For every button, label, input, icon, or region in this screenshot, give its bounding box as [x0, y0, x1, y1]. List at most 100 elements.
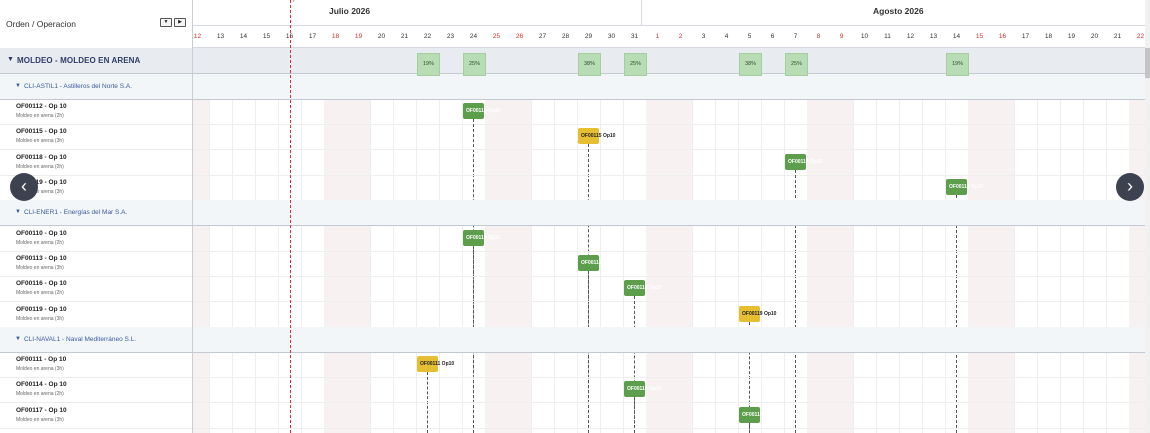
day-label: 24 — [469, 33, 478, 40]
header-divider — [193, 25, 1150, 26]
task-bar[interactable]: OF00118 Op10 — [785, 153, 822, 170]
operation-subtitle: Moldeo en arena (3h) — [16, 366, 64, 373]
client-timeline-row — [193, 326, 1150, 353]
operation-timeline-row — [193, 377, 1150, 404]
operation-title: OF00116 - Op 10 — [16, 280, 67, 288]
client-timeline-row — [193, 200, 1150, 227]
operation-row[interactable]: OF00113 - Op 10 Moldeo en arena (3h) — [0, 251, 192, 277]
task-bar-label: OF00111 Op10 — [420, 361, 455, 368]
dependency-line — [749, 422, 750, 433]
client-label: CLI-ENER1 - Energías del Mar S.A. — [24, 209, 128, 217]
vertical-scrollbar[interactable] — [1145, 0, 1150, 433]
chevron-left-icon: ‹ — [21, 176, 27, 196]
operation-subtitle: Moldeo en arena (2h) — [16, 239, 64, 246]
day-label: 14 — [239, 33, 248, 40]
day-label: 29 — [584, 33, 593, 40]
day-label: 30 — [607, 33, 616, 40]
capacity-load-cell: 19% — [946, 53, 969, 76]
group-row-moldeo[interactable]: ▼ MOLDEO - MOLDEO EN ARENA — [0, 48, 192, 74]
operation-subtitle: Moldeo en arena (2h) — [16, 290, 64, 297]
scrollbar-thumb[interactable] — [1145, 48, 1150, 78]
client-row[interactable]: ▼ CLI-ASTIL1 - Astilleros del Norte S.A. — [0, 73, 192, 100]
day-label: 8 — [816, 33, 821, 40]
operation-timeline-row — [193, 150, 1150, 176]
operation-row[interactable]: OF00118 - Op 10 Moldeo en arena (2h) — [0, 150, 192, 176]
scroll-right-button[interactable]: › — [1116, 173, 1144, 201]
task-bar[interactable]: OF00113 Op10 — [578, 254, 615, 271]
collapse-arrow-icon[interactable]: ▼ — [7, 56, 14, 63]
day-label: 25 — [492, 33, 501, 40]
operation-row[interactable]: OF00119 - Op 10 Moldeo en arena (3h) — [0, 302, 192, 328]
task-bar-label: OF00117 Op10 — [742, 411, 777, 418]
capacity-load-cell: 38% — [739, 53, 762, 76]
today-marker-line — [290, 0, 291, 433]
day-label: 12 — [906, 33, 915, 40]
column-title: Orden / Operacion — [6, 19, 76, 29]
task-bar[interactable]: OF00116 Op10 — [624, 280, 661, 297]
operation-row[interactable]: OF00114 - Op 10 Moldeo en arena (2h) — [0, 377, 192, 404]
operation-timeline-row — [193, 226, 1150, 252]
task-list-panel: Orden / Operacion ▼ ▶ ▼ MOLDEO - MOLDEO E… — [0, 0, 193, 433]
operation-row[interactable]: OF00111 - Op 10 Moldeo en arena (3h) — [0, 352, 192, 379]
task-bar[interactable]: OF00114 Op10 — [624, 381, 661, 398]
collapse-arrow-icon[interactable]: ▼ — [15, 336, 21, 342]
task-list-header: Orden / Operacion ▼ ▶ — [0, 0, 192, 49]
task-bar-label: OF00113 Op10 — [581, 259, 616, 266]
task-bar[interactable]: OF00112 Op10 — [463, 103, 500, 120]
client-row[interactable]: ▼ CLI-NAVAL1 - Naval Mediterráneo S.L. — [0, 326, 192, 353]
task-bar[interactable]: OF00110 Op10 — [463, 229, 500, 246]
operation-row[interactable]: OF00112 - Op 10 Moldeo en arena (2h) — [0, 99, 192, 126]
month-divider — [641, 0, 642, 25]
operation-title: OF00117 - Op 10 — [16, 406, 67, 414]
operation-row[interactable]: OF00116 - Op 10 Moldeo en arena (2h) — [0, 276, 192, 303]
task-bar-label: OF00118 Op10 — [788, 158, 823, 165]
day-label: 28 — [561, 33, 570, 40]
day-label: 22 — [423, 33, 432, 40]
operation-row[interactable]: OF00110 - Op 10 Moldeo en arena (2h) — [0, 226, 192, 252]
client-timeline-row — [193, 73, 1150, 100]
operation-timeline-row — [193, 124, 1150, 151]
month-label: Agosto 2026 — [873, 6, 924, 16]
day-label: 11 — [884, 33, 891, 40]
operation-title: OF00110 - Op 10 — [16, 229, 67, 237]
collapse-arrow-icon[interactable]: ▼ — [15, 83, 21, 89]
operation-row[interactable]: OF00115 - Op 10 Moldeo en arena (3h) — [0, 124, 192, 151]
day-label: 20 — [377, 33, 386, 40]
task-bar-label: OF00110 Op10 — [466, 234, 501, 241]
operation-timeline-row — [193, 251, 1150, 277]
task-bar[interactable]: OF00115 Op10 — [578, 128, 615, 145]
operation-subtitle: Moldeo en arena (3h) — [16, 315, 64, 322]
month-label: Julio 2026 — [329, 6, 371, 16]
day-label: 21 — [400, 33, 409, 40]
capacity-load-cell: 25% — [624, 53, 647, 76]
collapse-all-button[interactable]: ▼ — [160, 18, 172, 27]
scroll-left-button[interactable]: ‹ — [10, 173, 38, 201]
operation-timeline-row — [193, 302, 1150, 328]
day-label: 17 — [308, 33, 317, 40]
day-label: 1 — [655, 33, 660, 40]
day-label: 18 — [1044, 33, 1053, 40]
day-label: 20 — [1090, 33, 1099, 40]
operation-title: OF00114 - Op 10 — [16, 381, 67, 389]
task-bar-label: OF00116 Op10 — [627, 285, 662, 292]
task-bar[interactable]: OF00117 Op10 — [739, 406, 776, 423]
client-label: CLI-ASTIL1 - Astilleros del Norte S.A. — [24, 82, 133, 90]
client-row[interactable]: ▼ CLI-ENER1 - Energías del Mar S.A. — [0, 200, 192, 227]
day-label: 21 — [1113, 33, 1122, 40]
day-label: 16 — [998, 33, 1007, 40]
timeline-panel: Julio 2026 Agosto 2026 12 13 14 15 16 17 18 19 20 2… — [193, 0, 1150, 433]
task-bar[interactable]: OF00119 Op10 — [946, 179, 983, 195]
operation-title: OF00111 - Op 10 — [16, 356, 67, 364]
collapse-arrow-icon[interactable]: ▼ — [15, 209, 21, 215]
task-bar[interactable]: OF00119 Op10 — [739, 305, 776, 322]
capacity-load-cell: 19% — [417, 53, 440, 76]
operation-row[interactable]: OF00117 - Op 10 Moldeo en arena (3h) — [0, 403, 192, 429]
task-bar[interactable]: OF00111 Op10 — [417, 356, 454, 373]
expand-all-button[interactable]: ▶ — [174, 18, 186, 27]
day-label: 3 — [701, 33, 706, 40]
day-label: 18 — [331, 33, 340, 40]
operation-title: OF00115 - Op 10 — [16, 128, 67, 136]
day-label: 27 — [538, 33, 547, 40]
operation-subtitle: Moldeo en arena (2h) — [16, 391, 64, 398]
day-label: 12 — [193, 33, 202, 40]
